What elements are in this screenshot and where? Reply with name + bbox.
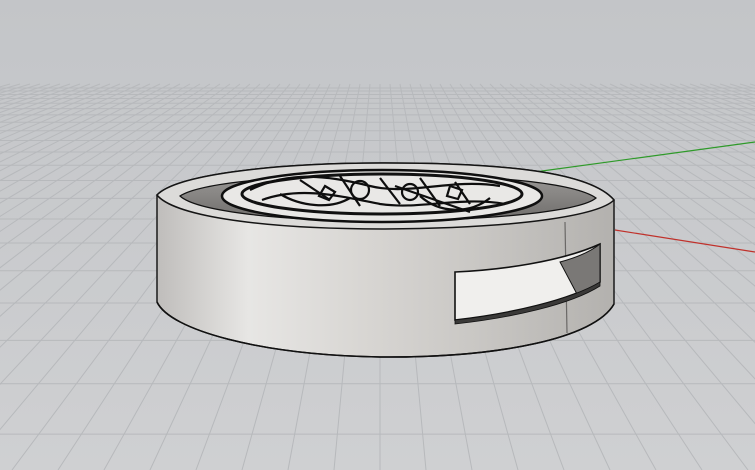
viewport-canvas[interactable] (0, 0, 755, 470)
perspective-viewport[interactable] (0, 0, 755, 470)
ring-model-icon[interactable] (156, 162, 616, 358)
